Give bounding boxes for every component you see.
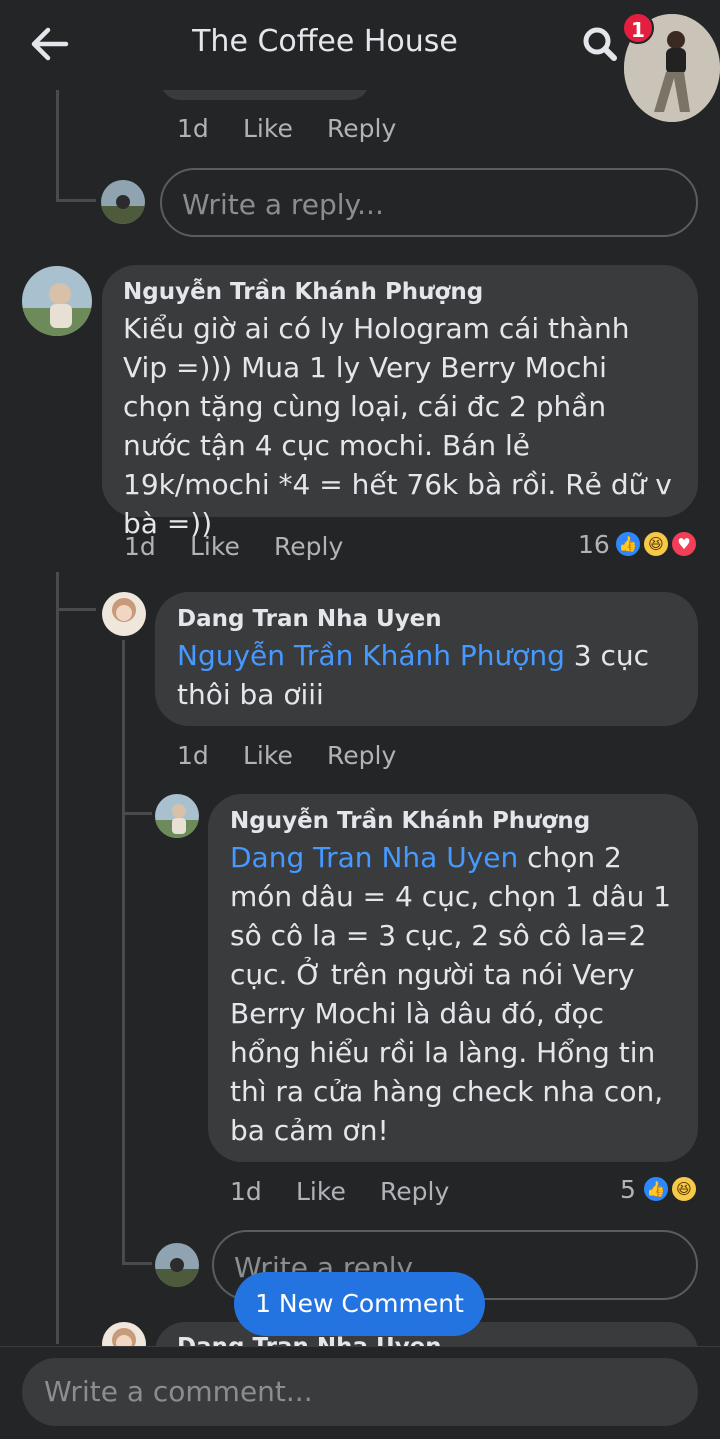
avatar (155, 1243, 199, 1287)
reply-input[interactable]: Write a reply... (160, 168, 698, 237)
comment-input-placeholder: Write a comment... (44, 1375, 313, 1408)
search-icon[interactable] (580, 24, 620, 64)
like-link[interactable]: Like (243, 741, 293, 770)
thread-line (56, 199, 96, 202)
reply-input-placeholder: Write a reply... (182, 188, 384, 221)
avatar[interactable] (155, 794, 199, 838)
comment-bubble: Nguyễn Trần Khánh Phượng Kiểu giờ ai có … (102, 265, 698, 540)
avatar[interactable] (102, 592, 146, 636)
comment-time: 1d (230, 1177, 262, 1206)
reply-bubble: Dang Tran Nha Uyen Nguyễn Trần Khánh Phư… (155, 592, 698, 726)
thread-line (122, 1262, 152, 1265)
reply-text: Nguyễn Trần Khánh Phượng 3 cục thôi ba ơ… (177, 639, 650, 711)
new-comment-button[interactable]: 1 New Comment (234, 1272, 485, 1336)
like-link[interactable]: Like (190, 532, 240, 561)
avatar[interactable] (22, 266, 92, 336)
reply-text: Dang Tran Nha Uyen chọn 2 món dâu = 4 cụ… (230, 841, 672, 1147)
thread-line (122, 812, 152, 815)
reply-link[interactable]: Reply (327, 741, 396, 770)
like-reaction-icon: 👍 (642, 1175, 670, 1203)
reaction-count[interactable]: 5 (620, 1175, 636, 1204)
comment-author[interactable]: Nguyễn Trần Khánh Phượng (123, 279, 678, 305)
comment-text: Kiểu giờ ai có ly Hologram cái thành Vip… (123, 312, 672, 540)
page-title: The Coffee House (192, 24, 458, 59)
reaction-count[interactable]: 16 (578, 530, 610, 559)
reply-link[interactable]: Reply (274, 532, 343, 561)
mention-link[interactable]: Dang Tran Nha Uyen (230, 841, 518, 874)
thread-line (56, 608, 96, 611)
avatar (101, 180, 145, 224)
haha-reaction-icon: 😆 (670, 1175, 698, 1203)
love-reaction-icon: ♥ (670, 530, 698, 558)
reply-link[interactable]: Reply (380, 1177, 449, 1206)
comment-time: 1d (177, 114, 209, 143)
back-arrow-icon[interactable] (28, 22, 72, 66)
mention-link[interactable]: Nguyễn Trần Khánh Phượng (177, 639, 565, 672)
reply-author[interactable]: Nguyễn Trần Khánh Phượng (230, 808, 680, 834)
like-link[interactable]: Like (243, 114, 293, 143)
haha-reaction-icon: 😆 (642, 530, 670, 558)
thread-line (56, 572, 59, 1344)
thread-line (122, 640, 125, 1264)
notification-badge: 1 (622, 12, 654, 44)
comment-time: 1d (124, 532, 156, 561)
thread-line (56, 90, 59, 202)
comment-time: 1d (177, 741, 209, 770)
reply-author[interactable]: Dang Tran Nha Uyen (177, 606, 678, 632)
like-reaction-icon: 👍 (614, 530, 642, 558)
comment-input[interactable]: Write a comment... (22, 1358, 698, 1426)
reply-link[interactable]: Reply (327, 114, 396, 143)
like-link[interactable]: Like (296, 1177, 346, 1206)
reply-bubble: Nguyễn Trần Khánh Phượng Dang Tran Nha U… (208, 794, 698, 1162)
